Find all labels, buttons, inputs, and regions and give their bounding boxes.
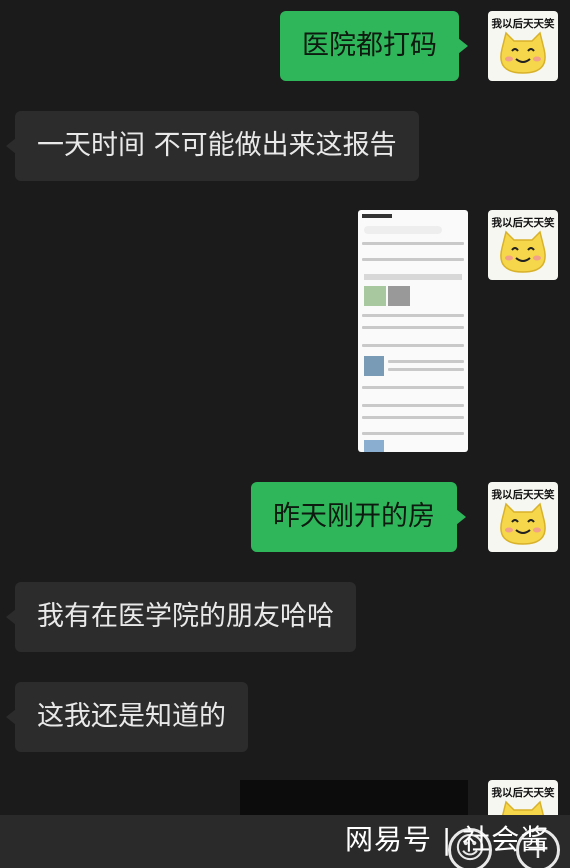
smiley-face-icon bbox=[500, 31, 546, 74]
avatar[interactable]: 我以后天天笑 bbox=[488, 11, 558, 81]
smiley-face-icon bbox=[500, 502, 546, 545]
watermark: 网易号 | 社会酱 bbox=[345, 823, 550, 856]
smiley-face-icon bbox=[500, 230, 546, 273]
avatar[interactable]: 我以后天天笑 bbox=[488, 482, 558, 552]
chat-area: 医院都打码 我以后天天笑 一天时间 不可能做出来这报告 我以后天天笑 昨天刚开的… bbox=[0, 0, 570, 868]
message-image-screenshot[interactable] bbox=[358, 210, 468, 452]
message-bubble-incoming[interactable]: 一天时间 不可能做出来这报告 bbox=[6, 111, 419, 181]
message-bubble-incoming[interactable]: 我有在医学院的朋友哈哈 bbox=[6, 582, 356, 652]
message-bubble-outgoing[interactable]: 医院都打码 bbox=[280, 11, 468, 81]
avatar[interactable]: 我以后天天笑 bbox=[488, 210, 558, 280]
message-bubble-outgoing[interactable]: 昨天刚开的房 bbox=[251, 482, 466, 552]
message-bubble-incoming[interactable]: 这我还是知道的 bbox=[6, 682, 248, 752]
